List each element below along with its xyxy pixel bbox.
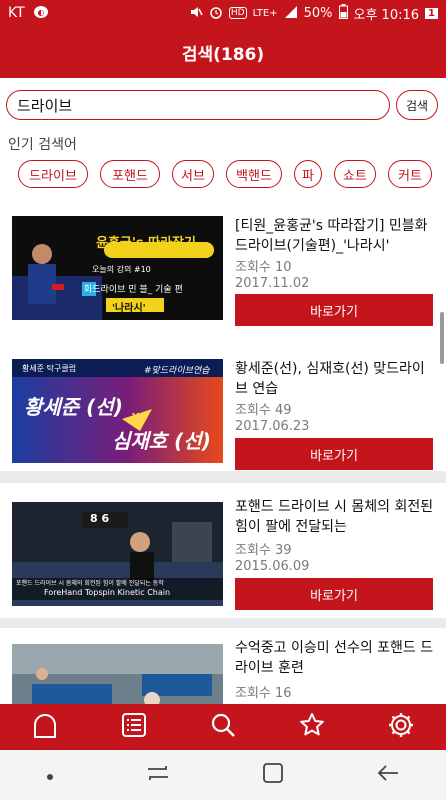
result-views: 조회수 16 <box>235 686 292 701</box>
notification-badge: 1 <box>425 7 438 19</box>
gear-icon <box>386 710 416 744</box>
search-input[interactable]: 드라이브 <box>6 90 390 120</box>
battery-percent: 50% <box>303 5 333 21</box>
signal-icon <box>284 5 298 22</box>
app-title-bar: 검색(186) <box>0 26 446 78</box>
thumb-top: 황세준 탁구클럽 <box>22 364 77 373</box>
result-title[interactable]: 수억중고 이승미 선수의 포핸드 드라이브 훈련 <box>235 638 437 678</box>
page-title: 검색(186) <box>181 44 265 65</box>
thumb-tag: #맞드라이브연습 <box>144 366 210 376</box>
carrier-label: KT <box>8 5 25 21</box>
nav-search[interactable] <box>203 707 243 747</box>
result-date: 2017.11.02 <box>235 276 310 291</box>
messenger-icon: ◐ <box>33 5 49 22</box>
svg-text:◐: ◐ <box>37 8 44 17</box>
nav-settings[interactable] <box>381 707 421 747</box>
keyword-chip[interactable]: 포핸드 <box>100 160 160 188</box>
search-panel: 드라이브 검색 인기 검색어 드라이브 포핸드 서브 백핸드 파 쇼트 커트 <box>0 78 446 200</box>
result-title[interactable]: 황세준(선), 심재호(선) 맞드라이브 연습 <box>235 359 437 399</box>
go-button[interactable]: 바로가기 <box>235 578 433 610</box>
video-thumbnail[interactable]: 8 6 포핸드 드라이브 시 몸체의 회전된 힘이 팔에 전달되는 동작 For… <box>12 502 223 606</box>
back-icon[interactable] <box>376 763 400 788</box>
thumb-vs: vs <box>132 409 146 422</box>
mute-icon <box>189 5 203 22</box>
thumb-sub3: '나라시' <box>112 303 146 314</box>
search-results-list[interactable]: 윤홍균's 따라잡기 오늘의 강의 #10 화드라이브 민 블_ 기술 편 '나… <box>0 200 446 704</box>
go-button[interactable]: 바로가기 <box>235 294 433 326</box>
video-thumbnail[interactable]: 황세준 탁구클럽 #맞드라이브연습 황세준 (선) vs 심재호 (선) <box>12 359 223 463</box>
video-thumbnail[interactable]: 윤홍균's 따라잡기 오늘의 강의 #10 화드라이브 민 블_ 기술 편 '나… <box>12 216 223 320</box>
go-button[interactable]: 바로가기 <box>235 438 433 470</box>
recent-apps-icon[interactable] <box>146 763 170 788</box>
scroll-indicator[interactable] <box>440 312 444 364</box>
search-button[interactable]: 검색 <box>396 90 438 120</box>
thumb-score: 8 6 <box>90 512 110 525</box>
list-icon <box>120 711 148 743</box>
thumb-sub2: 화드라이브 민 블_ 기술 편 <box>84 285 183 295</box>
thumb-headline: 윤홍균's 따라잡기 <box>96 236 196 251</box>
keyword-chip[interactable]: 쇼트 <box>334 160 376 188</box>
battery-icon <box>338 4 348 22</box>
video-thumbnail[interactable] <box>12 644 223 704</box>
network-label: LTE+ <box>252 7 278 19</box>
bottom-navigation <box>0 704 446 750</box>
status-bar: KT ◐ HD LTE+ 50% 오후 10:16 1 <box>0 0 446 26</box>
result-title[interactable]: [티원_윤홍균's 따라잡기] 민블화 드라이브(기술편)_'나라시' <box>235 216 437 256</box>
result-card[interactable]: 윤홍균's 따라잡기 오늘의 강의 #10 화드라이브 민 블_ 기술 편 '나… <box>0 200 446 345</box>
thumb-caption-en: ForeHand Topspin Kinetic Chain <box>44 588 171 597</box>
thumb-sub1: 오늘의 강의 #10 <box>92 265 151 274</box>
popular-keywords-label: 인기 검색어 <box>8 137 77 153</box>
alarm-icon <box>209 5 223 22</box>
result-date: 2017.06.23 <box>235 419 310 434</box>
keyword-chip[interactable]: 커트 <box>388 160 432 188</box>
result-views: 조회수 39 <box>235 543 292 558</box>
keyword-chip[interactable]: 백핸드 <box>226 160 282 188</box>
dot-icon[interactable] <box>46 765 54 786</box>
home-button-icon[interactable] <box>262 762 284 789</box>
system-navigation-bar <box>0 750 446 800</box>
result-views: 조회수 49 <box>235 403 292 418</box>
thumb-name1: 황세준 (선) <box>24 395 123 419</box>
nav-favorites[interactable] <box>292 707 332 747</box>
keyword-chip[interactable]: 서브 <box>172 160 214 188</box>
search-icon <box>209 711 237 743</box>
result-card[interactable]: 8 6 포핸드 드라이브 시 몸체의 회전된 힘이 팔에 전달되는 동작 For… <box>0 483 446 618</box>
result-card[interactable]: 수억중고 이승미 선수의 포핸드 드라이브 훈련 조회수 16 <box>0 628 446 704</box>
result-title[interactable]: 포핸드 드라이브 시 몸체의 회전된 힘이 팔에 전달되는 <box>235 497 437 537</box>
result-card[interactable]: 황세준 탁구클럽 #맞드라이브연습 황세준 (선) vs 심재호 (선) 황세준… <box>0 345 446 471</box>
thumb-name2: 심재호 (선) <box>112 429 211 453</box>
result-date: 2015.06.09 <box>235 559 310 574</box>
nav-home[interactable] <box>25 707 65 747</box>
home-icon <box>31 711 59 743</box>
keyword-chip[interactable]: 드라이브 <box>18 160 88 188</box>
keyword-chip[interactable]: 파 <box>294 160 322 188</box>
nav-list[interactable] <box>114 707 154 747</box>
thumb-caption-ko: 포핸드 드라이브 시 몸체의 회전된 힘이 팔에 전달되는 동작 <box>16 580 164 587</box>
popular-keyword-chips: 드라이브 포핸드 서브 백핸드 파 쇼트 커트 <box>18 160 432 188</box>
result-views: 조회수 10 <box>235 260 292 275</box>
time-label: 오후 10:16 <box>353 7 420 23</box>
hd-icon: HD <box>228 7 247 19</box>
star-icon <box>298 711 326 743</box>
